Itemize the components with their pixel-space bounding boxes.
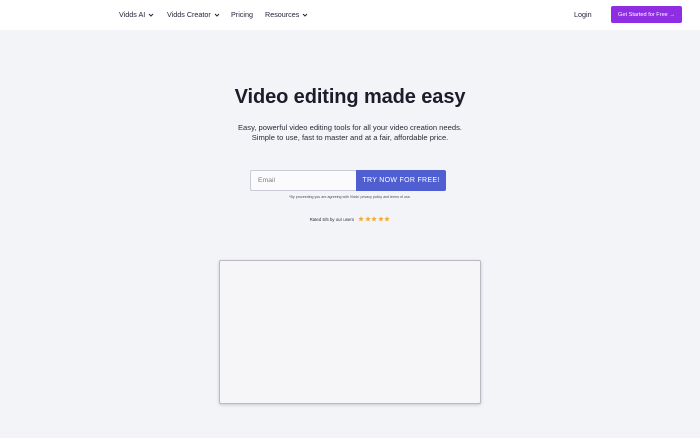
rating-stars bbox=[358, 216, 391, 222]
disclaimer-text: *By proceeding you are agreeing with Vid… bbox=[289, 195, 360, 199]
terms-of-use-link[interactable]: terms of use. bbox=[390, 195, 411, 199]
nav-vidds-ai[interactable]: Vidds AI bbox=[119, 10, 154, 19]
star-icon bbox=[384, 216, 391, 222]
nav-vidds-ai-label: Vidds AI bbox=[119, 10, 146, 19]
nav-pricing[interactable]: Pricing bbox=[231, 10, 253, 19]
rating-text: Rated 5/5 by our users bbox=[309, 216, 355, 222]
try-now-button[interactable]: TRY NOW FOR FREE! bbox=[356, 170, 446, 191]
hero-subtitle-line-2: Simple to use, fast to master and at a f… bbox=[251, 133, 449, 142]
nav-vidds-creator-label: Vidds Creator bbox=[167, 10, 211, 19]
hero-subtitle: Easy, powerful video editing tools for a… bbox=[0, 123, 700, 143]
user-rating: Rated 5/5 by our users bbox=[0, 216, 700, 222]
login-link[interactable]: Login bbox=[574, 10, 592, 19]
get-started-button[interactable]: Get Started for Free → bbox=[611, 6, 682, 23]
top-navigation-bar: Vidds AI Vidds Creator Pricing Resources… bbox=[0, 0, 700, 30]
nav-resources[interactable]: Resources bbox=[265, 10, 308, 19]
star-icon bbox=[364, 216, 371, 222]
chevron-down-icon bbox=[302, 12, 308, 18]
privacy-policy-link[interactable]: privacy policy bbox=[360, 195, 382, 199]
star-icon bbox=[378, 216, 384, 222]
video-player[interactable] bbox=[219, 260, 481, 404]
star-icon bbox=[358, 216, 364, 222]
disclaimer-and: and bbox=[383, 195, 390, 199]
star-icon bbox=[371, 216, 377, 222]
hero-title: Video editing made easy bbox=[234, 86, 466, 108]
nav-vidds-creator[interactable]: Vidds Creator bbox=[167, 10, 220, 19]
nav-resources-label: Resources bbox=[265, 10, 300, 19]
chevron-down-icon bbox=[214, 12, 220, 18]
email-input[interactable] bbox=[250, 170, 356, 191]
nav-pricing-label: Pricing bbox=[231, 10, 253, 19]
chevron-down-icon bbox=[148, 12, 154, 18]
hero-subtitle-line-1: Easy, powerful video editing tools for a… bbox=[237, 123, 462, 132]
signup-disclaimer: *By proceeding you are agreeing with Vid… bbox=[0, 195, 700, 199]
